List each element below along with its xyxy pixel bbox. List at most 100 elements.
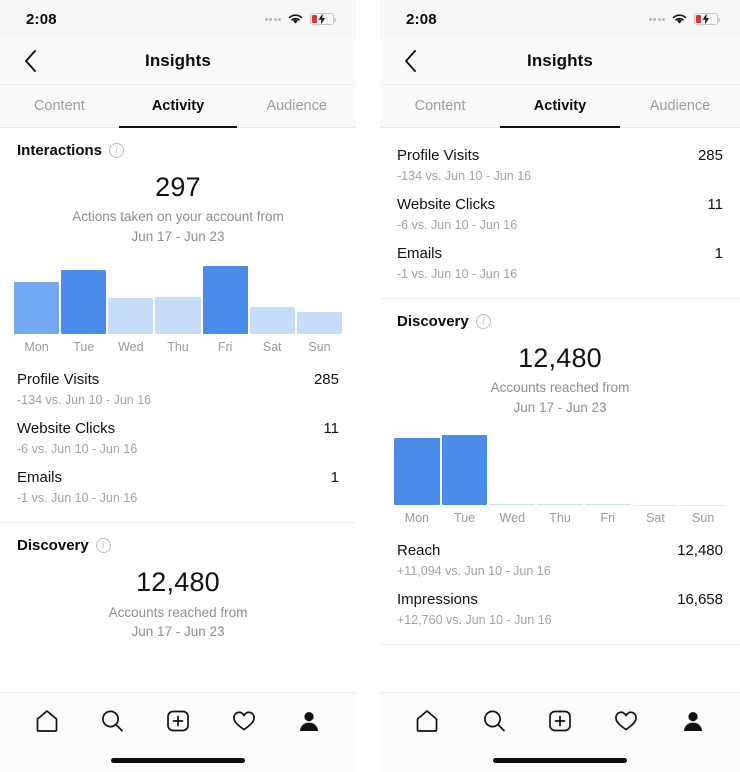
status-bar: 2:08	[0, 0, 356, 38]
metric-row[interactable]: Profile Visits 285 -134 vs. Jun 10 - Jun…	[17, 358, 339, 407]
chart-axis-label: Wed	[499, 511, 526, 526]
metric-value: 11	[707, 196, 723, 213]
profile-icon[interactable]	[671, 704, 715, 738]
discovery-title: Discovery	[17, 537, 89, 555]
discovery-header: Discovery i	[380, 299, 740, 330]
metric-delta: +11,094 vs. Jun 10 - Jun 16	[397, 564, 551, 579]
profile-icon[interactable]	[287, 704, 331, 738]
chart-bar	[61, 269, 107, 335]
chart-bar	[680, 504, 727, 506]
metric-value: 16,658	[677, 591, 723, 609]
info-icon[interactable]: i	[95, 538, 111, 554]
chart-bar	[14, 282, 60, 335]
search-icon[interactable]	[472, 704, 516, 738]
chart-axis-label: Sat	[646, 511, 665, 526]
metric-row[interactable]: Website Clicks 11 -6 vs. Jun 10 - Jun 16	[397, 183, 723, 232]
interactions-subtitle-line2: Jun 17 - Jun 23	[131, 228, 225, 244]
metric-row[interactable]: Impressions 16,658 +12,760 vs. Jun 10 - …	[397, 578, 723, 627]
page-title: Insights	[527, 51, 593, 70]
metric-row[interactable]: Website Clicks 11 -6 vs. Jun 10 - Jun 16	[17, 407, 339, 456]
chart-bar	[296, 311, 342, 335]
signal-dots-icon	[648, 17, 665, 21]
discovery-value: 12,480	[136, 567, 220, 598]
metric-row[interactable]: Emails 1 -1 vs. Jun 10 - Jun 16	[397, 232, 723, 281]
metric-delta: -1 vs. Jun 10 - Jun 16	[17, 491, 138, 506]
metric-delta: -134 vs. Jun 10 - Jun 16	[397, 169, 532, 183]
chart-bar	[108, 298, 154, 335]
metric-row[interactable]: Reach 12,480 +11,094 vs. Jun 10 - Jun 16	[397, 529, 723, 578]
insights-content-left: Interactions i 297 Actions taken on your…	[0, 128, 356, 692]
interactions-chart-bars	[14, 262, 342, 335]
chart-axis-label: Thu	[549, 511, 571, 526]
chart-axis-label: Wed	[118, 340, 144, 355]
nav-header: Insights	[380, 38, 740, 85]
chart-axis-label: Fri	[600, 511, 616, 526]
metric-label: Website Clicks	[17, 420, 116, 438]
tab-bar: Content Activity Audience	[380, 85, 740, 128]
interactions-metrics: Profile Visits 285 -134 vs. Jun 10 - Jun…	[0, 354, 356, 505]
tab-audience[interactable]: Audience	[620, 85, 740, 127]
chart-bar	[537, 504, 583, 506]
home-indicator	[493, 757, 627, 763]
chart-axis-label: Mon	[404, 511, 430, 526]
section-divider	[380, 644, 740, 646]
metric-row[interactable]: Emails 1 -1 vs. Jun 10 - Jun 16	[17, 456, 339, 505]
chart-bar	[632, 504, 679, 506]
status-time: 2:08	[26, 10, 57, 28]
chart-bar	[155, 296, 201, 335]
tab-activity[interactable]: Activity	[500, 85, 620, 128]
chart-bar	[584, 504, 631, 506]
discovery-chart: Mon Tue Wed Thu Fri Sat Sun	[380, 417, 740, 525]
chart-axis-label: Tue	[454, 511, 476, 526]
metric-row[interactable]: Profile Visits 285 -134 vs. Jun 10 - Jun…	[397, 134, 723, 183]
tab-content[interactable]: Content	[380, 85, 500, 127]
bottom-tab-bar	[0, 692, 356, 772]
discovery-subtitle-line1: Accounts reached from	[108, 604, 248, 620]
discovery-metrics: Reach 12,480 +11,094 vs. Jun 10 - Jun 16…	[380, 525, 740, 627]
heart-icon[interactable]	[604, 704, 648, 738]
search-icon[interactable]	[90, 704, 134, 738]
chart-bar	[489, 504, 536, 506]
phone-screen-right: 2:08 Insights Content Activity Audience …	[380, 0, 740, 772]
metric-delta: +12,760 vs. Jun 10 - Jun 16	[397, 613, 552, 628]
heart-icon[interactable]	[222, 704, 266, 738]
interactions-subtitle: Actions taken on your account from Jun 1…	[10, 207, 346, 246]
home-indicator-wrap	[0, 748, 356, 772]
discovery-title: Discovery	[397, 313, 469, 330]
metric-value: 11	[323, 420, 339, 438]
chart-bar	[441, 434, 488, 506]
home-icon[interactable]	[25, 704, 69, 738]
interactions-title: Interactions	[17, 142, 103, 159]
phone-screen-left: 2:08 Insights Content Activity Audience …	[0, 0, 356, 772]
discovery-subtitle: Accounts reached from Jun 17 - Jun 23	[10, 603, 346, 642]
interactions-chart: Mon Tue Wed Thu Fri Sat Sun	[0, 246, 356, 354]
discovery-subtitle-line2: Jun 17 - Jun 23	[513, 399, 607, 415]
add-post-icon[interactable]	[538, 704, 582, 738]
chart-axis-label: Mon	[24, 340, 49, 355]
chart-axis-label: Thu	[167, 340, 189, 355]
metric-label: Emails	[17, 469, 63, 487]
insights-content-right: Profile Visits 285 -134 vs. Jun 10 - Jun…	[380, 128, 740, 692]
metric-label: Impressions	[397, 591, 478, 609]
tab-content[interactable]: Content	[0, 85, 119, 127]
metric-value: 12,480	[677, 542, 723, 560]
status-indicators	[264, 13, 337, 25]
tab-activity[interactable]: Activity	[118, 85, 238, 128]
interactions-value: 297	[155, 172, 201, 202]
chevron-left-icon	[404, 50, 416, 72]
page-title: Insights	[145, 51, 211, 70]
metric-label: Reach	[397, 542, 441, 560]
add-post-icon[interactable]	[156, 704, 200, 738]
home-icon[interactable]	[405, 704, 449, 738]
metric-value: 1	[330, 469, 339, 487]
back-button[interactable]	[10, 38, 50, 84]
chart-axis-label: Sun	[692, 511, 715, 526]
back-button[interactable]	[390, 38, 430, 84]
chart-axis-label: Sun	[308, 340, 331, 355]
tab-audience[interactable]: Audience	[237, 85, 356, 127]
chart-bar	[202, 266, 248, 335]
info-icon[interactable]: i	[109, 143, 125, 158]
discovery-subtitle-line2: Jun 17 - Jun 23	[131, 624, 225, 640]
status-bar: 2:08	[380, 0, 740, 38]
info-icon[interactable]: i	[475, 314, 491, 329]
